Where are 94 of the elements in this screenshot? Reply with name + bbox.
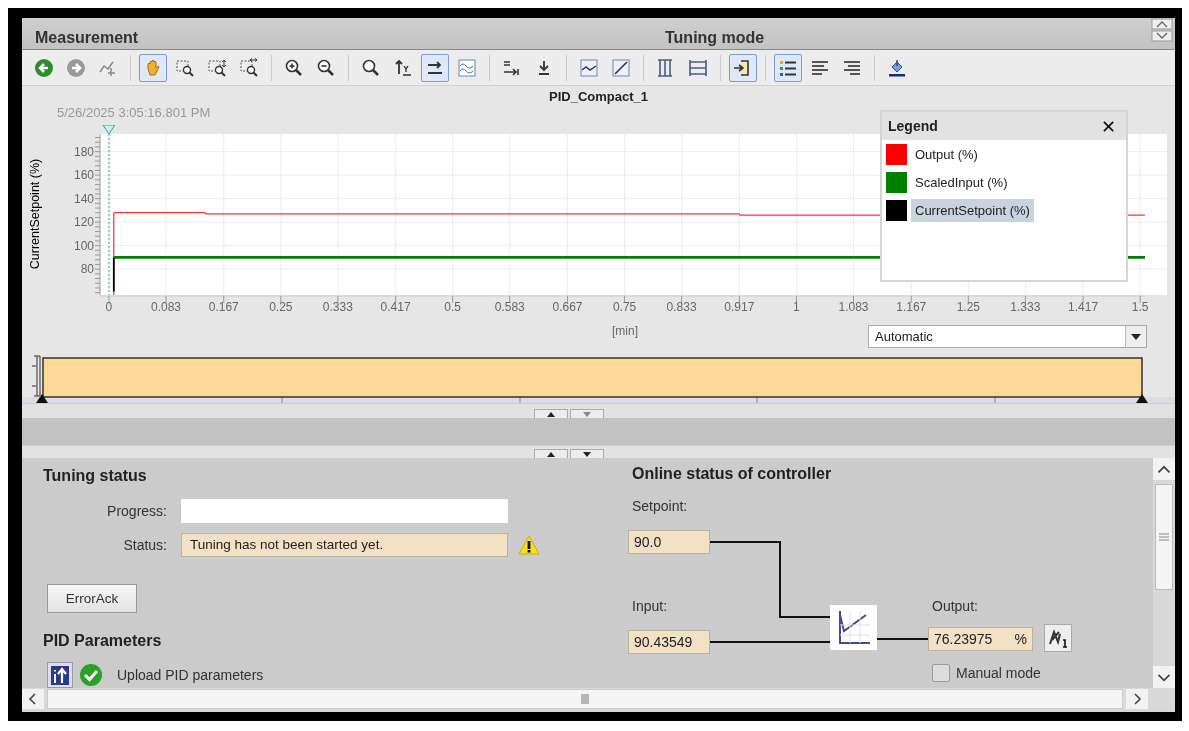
vertical-scrollbar[interactable] xyxy=(1153,458,1175,688)
input-field: 90.43549 xyxy=(628,630,710,654)
tick-label: 0.25 xyxy=(269,300,293,314)
tick-label: 1.25 xyxy=(956,300,980,314)
error-ack-button[interactable]: ErrorAck xyxy=(47,584,137,613)
tick-label: 1.333 xyxy=(1010,300,1041,314)
grip-icon xyxy=(581,694,589,704)
panel-title: Measurement xyxy=(34,29,140,48)
field-label: Output: xyxy=(932,598,978,614)
tick-label: 0.75 xyxy=(612,300,637,314)
output-value: 76.23975 xyxy=(934,631,993,647)
axis-label: [min] xyxy=(612,324,638,338)
horizontal-scrollbar[interactable] xyxy=(47,689,1123,709)
bucket-icon xyxy=(887,57,907,78)
zoom-box-icon xyxy=(175,57,195,78)
field-label: Progress: xyxy=(106,503,168,519)
tick-label: 180 xyxy=(73,144,94,159)
tick-label: 140 xyxy=(73,191,94,206)
field-label: Status: xyxy=(122,537,168,553)
upload-icon[interactable] xyxy=(47,662,73,688)
line-graph-icon xyxy=(579,57,599,78)
back-icon xyxy=(34,57,54,78)
panel-title: Tuning mode xyxy=(665,29,765,48)
section-title: Tuning status xyxy=(43,467,148,485)
tick-label: 160 xyxy=(73,168,94,183)
zoom-vertical-icon xyxy=(207,57,227,78)
toolbar-button[interactable] xyxy=(729,53,757,82)
caret-icon xyxy=(1131,333,1141,340)
toolbar-button[interactable] xyxy=(421,53,449,82)
splitter-handle[interactable] xyxy=(569,409,604,418)
controller-icon xyxy=(830,605,877,650)
connector-line xyxy=(876,638,929,640)
close-button[interactable]: ✕ xyxy=(1096,115,1120,137)
splitter-handle[interactable] xyxy=(533,409,568,418)
legend-item[interactable]: CurrentSetpoint (%) xyxy=(911,198,1034,222)
zoom-out-icon xyxy=(316,57,336,78)
diagonal-line-icon xyxy=(611,57,631,78)
tick-label: 100 xyxy=(73,238,94,253)
tick-label: 0.5 xyxy=(444,300,462,314)
status-field: Tuning has not been started yet. xyxy=(181,533,508,557)
upload-label: Upload PID parameters xyxy=(117,667,264,683)
forward-icon xyxy=(66,57,86,78)
checkbox[interactable] xyxy=(932,664,950,682)
up-arrow-icon xyxy=(393,57,413,78)
wave-icon xyxy=(457,57,477,78)
range-selection[interactable] xyxy=(42,357,1143,398)
splitter-handle[interactable] xyxy=(569,449,604,458)
field-label: Setpoint: xyxy=(632,498,688,514)
output-mode-button[interactable] xyxy=(1044,624,1072,652)
tick-label: 0.083 xyxy=(151,300,181,314)
signal-icon xyxy=(1048,628,1068,648)
tick-label: 0.667 xyxy=(552,300,583,314)
up-chevron-icon[interactable] xyxy=(1153,458,1175,480)
scroll-arrows-icon[interactable] xyxy=(1151,18,1173,42)
range-dropdown[interactable]: Automatic xyxy=(868,325,1147,348)
tick-label: 1.167 xyxy=(896,300,927,314)
section-title: Online status of controller xyxy=(632,465,832,483)
tick-label: 0.167 xyxy=(208,300,239,314)
axis-label: CurrentSetpoint (%) xyxy=(28,158,42,270)
tick-label: 0.917 xyxy=(724,300,755,314)
tick-label: 80 xyxy=(80,262,94,277)
tick-label: 0.333 xyxy=(322,300,353,314)
zoom-horizontal-icon xyxy=(239,57,259,78)
left-chevron-icon[interactable] xyxy=(22,689,44,709)
section-title: PID Parameters xyxy=(43,632,163,650)
legend-title: Legend xyxy=(888,118,938,134)
zoom-in-icon xyxy=(284,57,304,78)
cursor-marker[interactable] xyxy=(102,125,116,296)
tick-label: 1.5 xyxy=(1131,300,1149,314)
field-label: Input: xyxy=(632,598,668,614)
right-chevron-icon[interactable] xyxy=(1126,689,1148,709)
tick-label: 0.583 xyxy=(494,300,525,314)
magnifier-icon xyxy=(361,57,381,78)
tick-label: 0.417 xyxy=(380,300,411,314)
splitter-handle[interactable] xyxy=(533,449,568,458)
toolbar-button[interactable] xyxy=(774,53,802,82)
tick-label: 1.083 xyxy=(838,300,869,314)
checkbox-label: Manual mode xyxy=(956,665,1041,681)
horizontal-lines-icon xyxy=(688,57,708,78)
bracket-icon xyxy=(31,355,41,397)
grip-icon xyxy=(1159,533,1169,541)
unit-label: % xyxy=(1014,631,1027,647)
cursor-timestamp: 5/26/2025 3:05:16.801 PM xyxy=(56,104,212,122)
tick-label: 1 xyxy=(793,300,800,314)
setpoint-field: 90.0 xyxy=(628,530,710,554)
legend-item[interactable]: Output (%) xyxy=(911,142,982,166)
tick-label: 1.417 xyxy=(1068,300,1099,314)
tick-label: 0 xyxy=(105,300,113,314)
tick-label: 120 xyxy=(73,215,94,230)
scroll-thumb[interactable] xyxy=(1155,484,1173,590)
down-chevron-icon[interactable] xyxy=(1153,666,1175,688)
legend-item[interactable]: ScaledInput (%) xyxy=(911,170,1012,194)
tick-label: 0.833 xyxy=(666,300,697,314)
chart-title: PID_Compact_1 xyxy=(548,88,649,104)
